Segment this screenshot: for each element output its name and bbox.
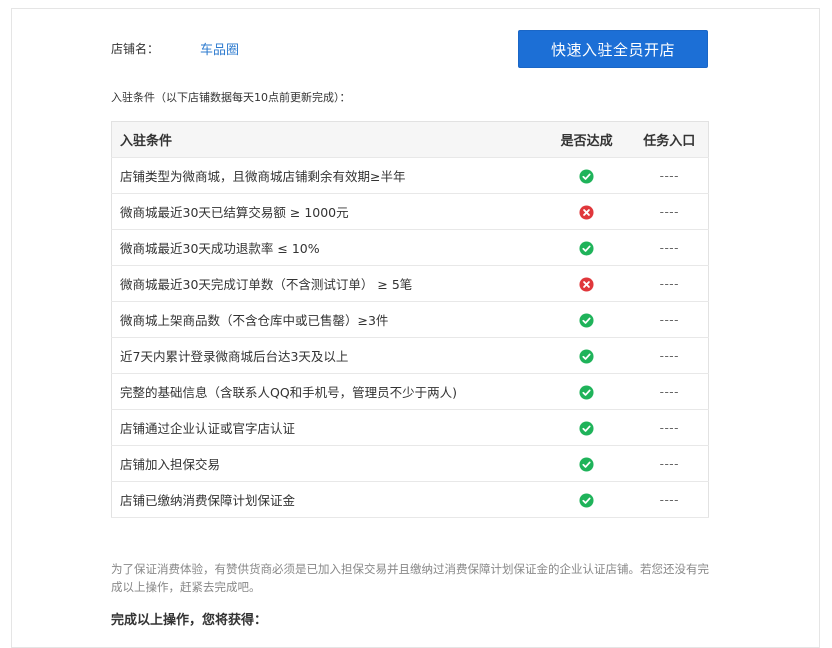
task-entry-link[interactable]: ---- [660, 205, 679, 219]
task-entry-link[interactable]: ---- [660, 457, 679, 471]
task-cell: ---- [630, 301, 709, 338]
check-circle-icon [579, 168, 594, 184]
condition-cell: 店铺通过企业认证或官字店认证 [110, 409, 543, 446]
check-circle-icon [579, 240, 594, 256]
table-row: 完整的基础信息（含联系人QQ和手机号，管理员不少于两人) ---- [110, 373, 709, 410]
table-row: 微商城最近30天完成订单数（不含测试订单） ≥ 5笔 ---- [110, 265, 709, 302]
met-cell [542, 481, 631, 518]
check-circle-icon [579, 456, 594, 472]
table-row: 近7天内累计登录微商城后台达3天及以上 ---- [110, 337, 709, 374]
conditions-note: 入驻条件（以下店铺数据每天10点前更新完成）： [111, 91, 351, 104]
table-row: 店铺类型为微商城，且微商城店铺剩余有效期≥半年 ---- [110, 157, 709, 194]
shop-name-row: 店铺名： 车品圈 [111, 38, 239, 58]
close-circle-icon [579, 204, 594, 220]
table-row: 微商城最近30天已结算交易额 ≥ 1000元 ---- [110, 193, 709, 230]
task-cell: ---- [630, 337, 709, 374]
task-entry-link[interactable]: ---- [660, 493, 679, 507]
met-cell [542, 265, 631, 302]
table-row: 店铺通过企业认证或官字店认证 ---- [110, 409, 709, 446]
quick-join-button[interactable]: 快速入驻全员开店 [518, 30, 708, 68]
condition-cell: 店铺已缴纳消费保障计划保证金 [110, 481, 543, 518]
check-circle-icon [579, 492, 594, 508]
table-row: 微商城上架商品数（不含仓库中或已售罄）≥3件 ---- [110, 301, 709, 338]
task-entry-link[interactable]: ---- [660, 313, 679, 327]
table-row: 店铺加入担保交易 ---- [110, 445, 709, 482]
task-entry-link[interactable]: ---- [660, 421, 679, 435]
condition-cell: 微商城上架商品数（不含仓库中或已售罄）≥3件 [110, 301, 543, 338]
task-cell: ---- [630, 481, 709, 518]
task-cell: ---- [630, 157, 709, 194]
task-cell: ---- [630, 193, 709, 230]
benefits-heading: 完成以上操作，您将获得： [111, 613, 268, 628]
task-cell: ---- [630, 265, 709, 302]
task-cell: ---- [630, 445, 709, 482]
requirements-table: 入驻条件 是否达成 任务入口 店铺类型为微商城，且微商城店铺剩余有效期≥半年 --… [110, 121, 709, 518]
check-circle-icon [579, 312, 594, 328]
condition-cell: 微商城最近30天成功退款率 ≤ 10% [110, 229, 543, 266]
table-row: 店铺已缴纳消费保障计划保证金 ---- [110, 481, 709, 518]
header-condition: 入驻条件 [110, 121, 543, 158]
task-entry-link[interactable]: ---- [660, 277, 679, 291]
header-task: 任务入口 [630, 121, 709, 158]
task-cell: ---- [630, 409, 709, 446]
met-cell [542, 445, 631, 482]
table-row: 微商城最近30天成功退款率 ≤ 10% ---- [110, 229, 709, 266]
condition-cell: 完整的基础信息（含联系人QQ和手机号，管理员不少于两人) [110, 373, 543, 410]
check-circle-icon [579, 348, 594, 364]
met-cell [542, 193, 631, 230]
header-met: 是否达成 [542, 121, 631, 158]
check-circle-icon [579, 384, 594, 400]
met-cell [542, 409, 631, 446]
task-cell: ---- [630, 229, 709, 266]
met-cell [542, 157, 631, 194]
shop-name-link[interactable]: 车品圈 [200, 39, 239, 58]
met-cell [542, 301, 631, 338]
check-circle-icon [579, 420, 594, 436]
met-cell [542, 337, 631, 374]
condition-cell: 微商城最近30天完成订单数（不含测试订单） ≥ 5笔 [110, 265, 543, 302]
shop-name-label: 店铺名： [111, 41, 160, 56]
task-entry-link[interactable]: ---- [660, 169, 679, 183]
condition-cell: 店铺类型为微商城，且微商城店铺剩余有效期≥半年 [110, 157, 543, 194]
met-cell [542, 373, 631, 410]
table-header-row: 入驻条件 是否达成 任务入口 [110, 121, 709, 158]
task-entry-link[interactable]: ---- [660, 241, 679, 255]
task-entry-link[interactable]: ---- [660, 385, 679, 399]
requirements-table-body: 店铺类型为微商城，且微商城店铺剩余有效期≥半年 ---- 微商城最近30天已结算交易… [110, 157, 709, 518]
task-entry-link[interactable]: ---- [660, 349, 679, 363]
task-cell: ---- [630, 373, 709, 410]
condition-cell: 微商城最近30天已结算交易额 ≥ 1000元 [110, 193, 543, 230]
condition-cell: 店铺加入担保交易 [110, 445, 543, 482]
footer-note: 为了保证消费体验，有赞供货商必须是已加入担保交易并且缴纳过消费保障计划保证金的企… [111, 562, 709, 594]
close-circle-icon [579, 276, 594, 292]
met-cell [542, 229, 631, 266]
condition-cell: 近7天内累计登录微商城后台达3天及以上 [110, 337, 543, 374]
